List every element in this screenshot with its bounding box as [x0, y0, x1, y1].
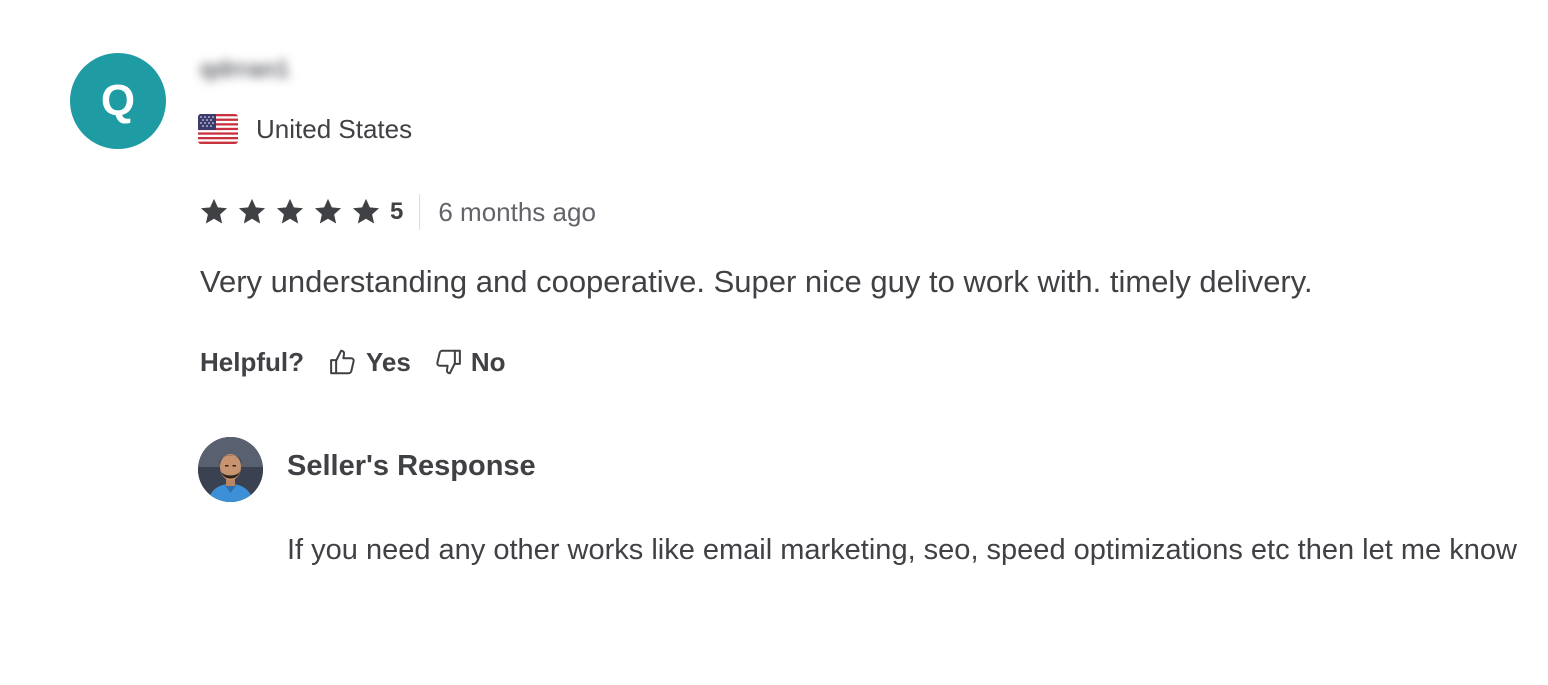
helpful-no-button[interactable]: No — [433, 347, 506, 378]
review-text: Very understanding and cooperative. Supe… — [200, 264, 1313, 299]
star-icon — [236, 196, 268, 228]
star-icon — [198, 196, 230, 228]
seller-response-text: If you need any other works like email m… — [287, 534, 1517, 566]
rating-row: 5 6 months ago — [198, 193, 596, 231]
country-name: United States — [256, 114, 413, 144]
star-icon — [350, 196, 382, 228]
thumbs-down-icon — [433, 347, 463, 377]
helpful-label: Helpful? — [200, 346, 304, 377]
star-rating — [198, 196, 388, 228]
star-icon — [274, 196, 306, 228]
star-icon — [312, 196, 344, 228]
review-time: 6 months ago — [438, 196, 596, 227]
rating-divider — [419, 194, 421, 230]
reviewer-name[interactable]: qdrran1 — [200, 56, 289, 84]
yes-label: Yes — [366, 346, 411, 377]
thumbs-up-icon — [328, 347, 358, 377]
helpful-row: Helpful? Yes No — [200, 344, 528, 380]
rating-score: 5 — [390, 198, 404, 225]
review-card: Q qdrran1 United States 5 6 months ago V… — [0, 0, 1548, 685]
seller-avatar[interactable] — [198, 437, 263, 502]
seller-response-title: Seller's Response — [287, 450, 536, 482]
avatar-letter: Q — [100, 76, 136, 125]
reviewer-avatar[interactable]: Q — [70, 53, 166, 149]
us-flag-icon — [198, 114, 238, 144]
reviewer-country: United States — [198, 113, 412, 145]
helpful-yes-button[interactable]: Yes — [328, 347, 411, 378]
no-label: No — [470, 346, 506, 377]
